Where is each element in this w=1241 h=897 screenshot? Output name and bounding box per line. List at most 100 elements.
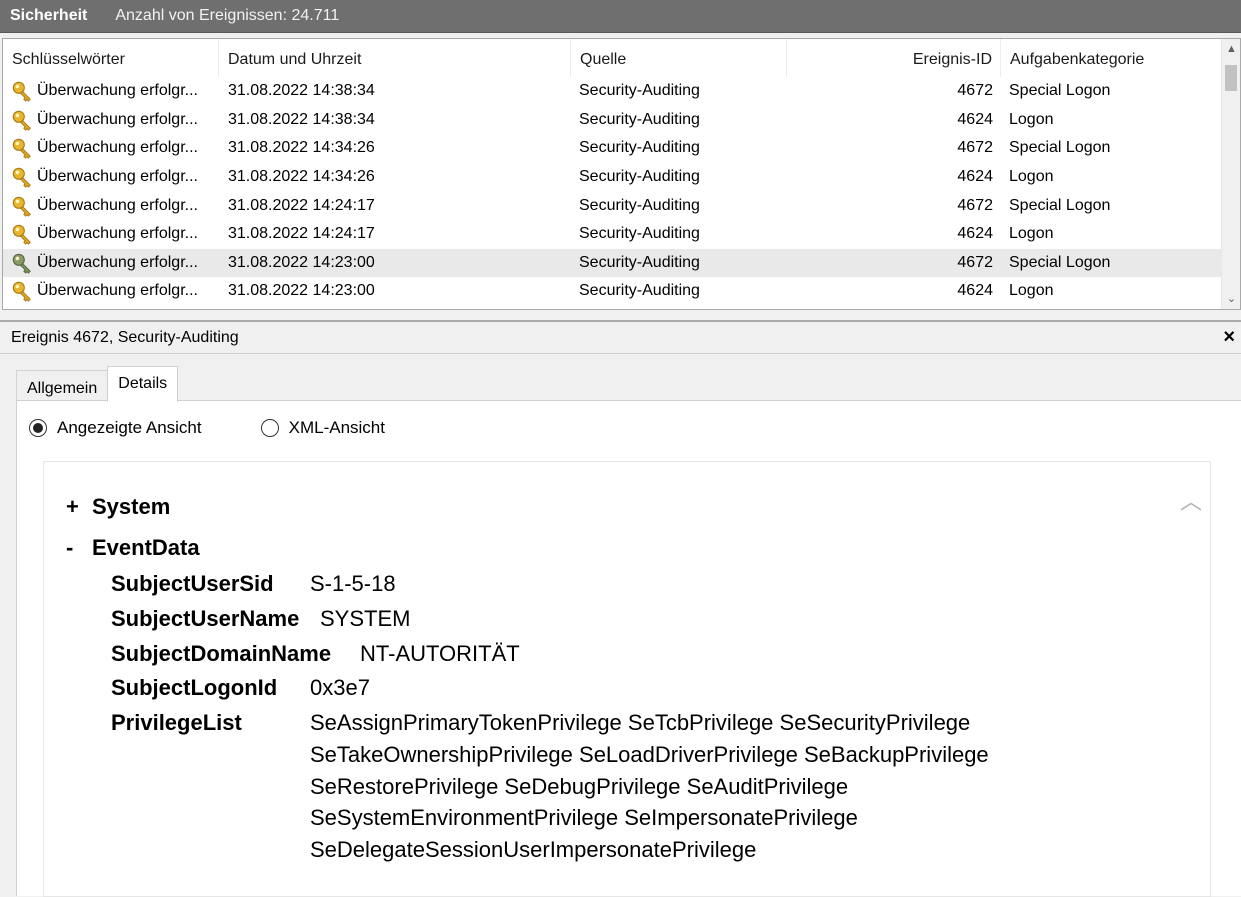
field-name: SubjectDomainName bbox=[111, 641, 332, 666]
field-name: SubjectLogonId bbox=[111, 675, 278, 700]
cell-datetime: 31.08.2022 14:34:26 bbox=[228, 168, 375, 186]
chevron-up-icon[interactable]: ︿ bbox=[1180, 484, 1202, 516]
tree-node-eventdata[interactable]: - EventData bbox=[66, 535, 200, 561]
cell-keyword-text: Überwachung erfolgr... bbox=[37, 225, 198, 243]
cell-source: Security-Auditing bbox=[579, 168, 700, 186]
cell-category: Logon bbox=[1009, 168, 1054, 186]
cell-keyword-text: Überwachung erfolgr... bbox=[37, 82, 198, 100]
cell-keyword: Überwachung erfolgr... bbox=[3, 280, 219, 303]
column-header-task-category[interactable]: Aufgabenkategorie bbox=[1001, 39, 1221, 77]
system-label: System bbox=[92, 494, 171, 519]
table-row[interactable]: Überwachung erfolgr... 31.08.2022 14:38:3… bbox=[3, 77, 1221, 106]
privilege-line: SeTakeOwnershipPrivilege SeLoadDriverPri… bbox=[310, 742, 989, 767]
radio-display-view[interactable]: Angezeigte Ansicht bbox=[29, 418, 202, 438]
field-value: 0x3e7 bbox=[310, 675, 370, 700]
cell-keyword-text: Überwachung erfolgr... bbox=[37, 253, 198, 271]
radio-display-label: Angezeigte Ansicht bbox=[57, 418, 202, 437]
cell-category: Special Logon bbox=[1009, 253, 1111, 271]
scroll-thumb[interactable] bbox=[1225, 65, 1237, 91]
key-icon bbox=[11, 137, 33, 160]
cell-id: 4624 bbox=[957, 225, 993, 243]
cell-keyword: Überwachung erfolgr... bbox=[3, 137, 219, 160]
cell-category: Special Logon bbox=[1009, 139, 1111, 157]
cell-keyword-text: Überwachung erfolgr... bbox=[37, 139, 198, 157]
event-count: Anzahl von Ereignissen: 24.711 bbox=[115, 7, 340, 24]
cell-category: Special Logon bbox=[1009, 82, 1111, 100]
cell-id: 4624 bbox=[957, 168, 993, 186]
table-row[interactable]: Überwachung erfolgr... 31.08.2022 14:24:1… bbox=[3, 220, 1221, 249]
cell-source: Security-Auditing bbox=[579, 225, 700, 243]
events-list[interactable]: Schlüsselwörter Datum und Uhrzeit Quelle… bbox=[2, 38, 1241, 310]
key-icon bbox=[11, 252, 33, 274]
radio-circle[interactable] bbox=[260, 419, 279, 437]
list-rows: Überwachung erfolgr... 31.08.2022 14:38:3… bbox=[3, 77, 1221, 306]
detail-tabs: Allgemein Details bbox=[16, 365, 179, 402]
cell-keyword-text: Überwachung erfolgr... bbox=[37, 196, 198, 214]
column-header-keywords[interactable]: Schlüsselwörter bbox=[3, 39, 219, 77]
field-name: PrivilegeList bbox=[111, 710, 242, 735]
cell-keyword: Überwachung erfolgr... bbox=[3, 80, 219, 103]
cell-category: Logon bbox=[1009, 110, 1054, 128]
event-detail-header: Ereignis 4672, Security-Auditing × bbox=[0, 320, 1241, 354]
event-detail-title: Ereignis 4672, Security-Auditing bbox=[11, 328, 239, 346]
cell-source: Security-Auditing bbox=[579, 82, 700, 100]
cell-source: Security-Auditing bbox=[579, 253, 700, 271]
chevron-down-icon[interactable]: ⌄ bbox=[1222, 289, 1240, 309]
cell-keyword: Überwachung erfolgr... bbox=[3, 252, 219, 274]
table-row[interactable]: Überwachung erfolgr... 31.08.2022 14:23:0… bbox=[3, 248, 1221, 278]
cell-datetime: 31.08.2022 14:38:34 bbox=[228, 110, 375, 128]
privilege-line: SeRestorePrivilege SeDebugPrivilege SeAu… bbox=[310, 774, 849, 799]
tab-general[interactable]: Allgemein bbox=[16, 370, 109, 401]
key-icon bbox=[11, 223, 33, 245]
field-value: S-1-5-18 bbox=[310, 571, 396, 596]
cell-id: 4672 bbox=[957, 139, 993, 157]
tab-details[interactable]: Details bbox=[107, 366, 179, 402]
radio-xml-view[interactable]: XML-Ansicht bbox=[260, 418, 385, 438]
field-name: SubjectUserName bbox=[111, 606, 300, 631]
table-row[interactable]: Überwachung erfolgr... 31.08.2022 14:24:1… bbox=[3, 191, 1221, 220]
key-icon bbox=[11, 80, 33, 103]
cell-datetime: 31.08.2022 14:23:00 bbox=[228, 282, 375, 300]
event-data-view[interactable]: ︿ + System - EventData SubjectUserSid S-1-… bbox=[43, 461, 1211, 897]
view-mode-radios: Angezeigte Ansicht XML-Ansicht bbox=[29, 418, 385, 438]
eventdata-label: EventData bbox=[92, 535, 200, 560]
tree-node-system[interactable]: + System bbox=[66, 494, 170, 520]
cell-datetime: 31.08.2022 14:38:34 bbox=[228, 82, 375, 100]
cell-keyword-text: Überwachung erfolgr... bbox=[37, 168, 198, 186]
cell-datetime: 31.08.2022 14:24:17 bbox=[228, 196, 375, 214]
cell-id: 4672 bbox=[957, 82, 993, 100]
privilege-line: SeSystemEnvironmentPrivilege SeImpersona… bbox=[310, 805, 858, 830]
column-header-datetime[interactable]: Datum und Uhrzeit bbox=[219, 39, 571, 77]
table-row[interactable]: Überwachung erfolgr... 31.08.2022 14:34:2… bbox=[3, 134, 1221, 163]
expand-icon[interactable]: + bbox=[66, 494, 92, 520]
cell-category: Special Logon bbox=[1009, 196, 1111, 214]
cell-id: 4624 bbox=[957, 110, 993, 128]
table-row[interactable]: Überwachung erfolgr... 31.08.2022 14:34:2… bbox=[3, 163, 1221, 192]
close-icon[interactable]: × bbox=[1223, 326, 1235, 348]
table-row[interactable]: Überwachung erfolgr... 31.08.2022 14:38:3… bbox=[3, 106, 1221, 135]
details-tab-panel: Angezeigte Ansicht XML-Ansicht ︿ + System… bbox=[16, 400, 1241, 897]
cell-datetime: 31.08.2022 14:34:26 bbox=[228, 139, 375, 157]
cell-source: Security-Auditing bbox=[579, 282, 700, 300]
list-scrollbar[interactable]: ▲ ⌄ bbox=[1221, 39, 1240, 309]
key-icon bbox=[11, 166, 33, 188]
cell-source: Security-Auditing bbox=[579, 110, 700, 128]
scroll-up-icon[interactable]: ▲ bbox=[1222, 39, 1240, 59]
log-title-bar: Sicherheit Anzahl von Ereignissen: 24.71… bbox=[0, 0, 1241, 33]
column-header-event-id[interactable]: Ereignis-ID bbox=[787, 39, 1001, 77]
field-value: SYSTEM bbox=[320, 606, 411, 631]
privilege-line: SeDelegateSessionUserImpersonatePrivileg… bbox=[310, 837, 757, 862]
column-header-source[interactable]: Quelle bbox=[571, 39, 787, 77]
cell-datetime: 31.08.2022 14:23:00 bbox=[228, 253, 375, 271]
collapse-icon[interactable]: - bbox=[66, 535, 92, 561]
cell-category: Logon bbox=[1009, 225, 1054, 243]
radio-circle-selected[interactable] bbox=[29, 419, 47, 437]
privilege-line: SeAssignPrimaryTokenPrivilege SeTcbPrivi… bbox=[310, 710, 971, 735]
key-icon bbox=[11, 280, 33, 303]
list-header: Schlüsselwörter Datum und Uhrzeit Quelle… bbox=[3, 39, 1221, 77]
cell-keyword: Überwachung erfolgr... bbox=[3, 195, 219, 217]
table-row[interactable]: Überwachung erfolgr... 31.08.2022 14:23:0… bbox=[3, 277, 1221, 306]
cell-id: 4624 bbox=[957, 282, 993, 300]
cell-keyword: Überwachung erfolgr... bbox=[3, 109, 219, 131]
cell-source: Security-Auditing bbox=[579, 196, 700, 214]
